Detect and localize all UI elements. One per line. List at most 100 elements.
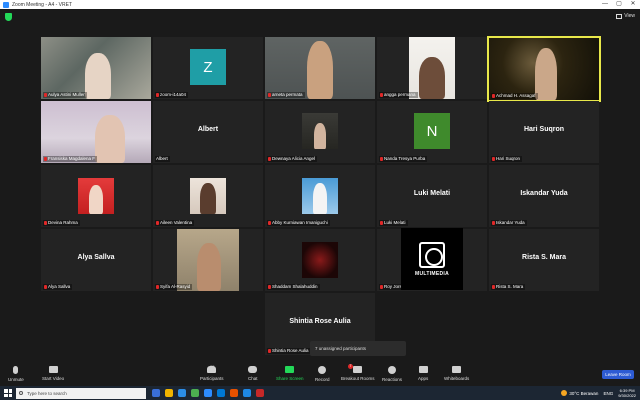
participant-tile[interactable]: Luki Melati Luki Melati bbox=[377, 165, 487, 227]
participant-name-tag: Luki Melati bbox=[379, 220, 408, 226]
participant-name-tag: Achmad H. Assagaf bbox=[491, 93, 538, 99]
mic-muted-icon bbox=[268, 93, 271, 97]
file-explorer-icon[interactable] bbox=[165, 389, 173, 397]
avatar: N bbox=[414, 113, 450, 149]
participant-tile[interactable]: Z zoom-i14a04 bbox=[153, 37, 263, 99]
participant-name-tag: Shaddam Shalahuddin bbox=[267, 284, 320, 290]
minimize-button[interactable]: — bbox=[598, 0, 612, 9]
apps-button[interactable]: Apps bbox=[418, 366, 428, 381]
language-indicator[interactable]: ENG bbox=[603, 391, 613, 396]
apps-icon bbox=[418, 366, 428, 373]
participant-figure bbox=[314, 123, 326, 149]
participant-name-tag: Shintia Rose Aulia bbox=[267, 348, 311, 354]
mic-muted-icon bbox=[380, 93, 383, 97]
word-icon[interactable] bbox=[243, 389, 251, 397]
participant-video bbox=[302, 242, 338, 278]
search-icon bbox=[19, 391, 23, 395]
participant-name-tag: arneta permata bbox=[267, 92, 305, 98]
participant-display-name: Iskandar Yuda bbox=[520, 190, 568, 197]
mic-muted-icon bbox=[44, 93, 47, 97]
mic-muted-icon bbox=[380, 221, 383, 225]
participant-name-tag: angga permana bbox=[379, 92, 418, 98]
leave-room-button[interactable]: Leave Room bbox=[602, 370, 634, 379]
participant-figure bbox=[307, 41, 333, 99]
mic-muted-icon bbox=[156, 93, 159, 97]
meeting-top-bar: View bbox=[0, 9, 640, 25]
participant-tile-active-speaker[interactable]: Achmad H. Assagaf bbox=[487, 36, 601, 102]
participant-tile[interactable]: Devina Rahma bbox=[41, 165, 151, 227]
participant-tile[interactable]: Alya Sallva Alya Sallva bbox=[41, 229, 151, 291]
participant-name-tag: Abby Kurniawan Imaniguchi bbox=[267, 220, 330, 226]
close-button[interactable]: ✕ bbox=[626, 0, 640, 9]
breakout-rooms-button[interactable]: 7 Breakout Rooms bbox=[341, 364, 375, 381]
windows-taskbar: Type here to search 30°C Berawan ENG 6:3… bbox=[0, 386, 640, 400]
mic-muted-icon bbox=[156, 285, 159, 289]
weather-sun-icon bbox=[561, 390, 568, 396]
grid-view-icon bbox=[616, 13, 623, 19]
whiteboard-icon bbox=[452, 366, 462, 373]
participant-tile[interactable]: arneta permata bbox=[265, 37, 375, 99]
shield-icon[interactable] bbox=[5, 13, 12, 21]
reactions-button[interactable]: Reactions bbox=[382, 366, 402, 382]
unmute-button[interactable]: Unmute bbox=[8, 366, 24, 382]
participant-tile[interactable]: angga permana bbox=[377, 37, 487, 99]
participant-figure bbox=[419, 57, 445, 99]
mail-icon[interactable] bbox=[217, 389, 225, 397]
mic-muted-icon bbox=[268, 285, 271, 289]
taskbar-search-input[interactable]: Type here to search bbox=[16, 387, 146, 399]
window-title: Zoom Meeting - A4 - VRET bbox=[12, 1, 73, 8]
task-view-icon[interactable] bbox=[152, 389, 160, 397]
taskbar-clock[interactable]: 6:39 PM 9/30/2022 bbox=[618, 388, 636, 398]
maximize-button[interactable]: ▢ bbox=[612, 0, 626, 9]
participant-tile[interactable]: Abby Kurniawan Imaniguchi bbox=[265, 165, 375, 227]
chat-icon bbox=[248, 366, 258, 373]
participants-button[interactable]: 25 Participants bbox=[200, 364, 224, 381]
participant-tile[interactable]: Albert Albert bbox=[153, 101, 263, 163]
participant-figure bbox=[95, 115, 125, 163]
participant-tile[interactable]: Hari Suqron Hari Suqron bbox=[489, 101, 599, 163]
mic-muted-icon bbox=[268, 221, 271, 225]
edge-icon[interactable] bbox=[178, 389, 186, 397]
participant-display-name: Shintia Rose Aulia bbox=[289, 318, 351, 325]
view-button[interactable]: View bbox=[616, 13, 635, 19]
record-button[interactable]: Record bbox=[315, 366, 330, 382]
mic-muted-icon bbox=[380, 157, 383, 161]
share-screen-icon bbox=[285, 366, 295, 373]
weather-widget[interactable]: 30°C Berawan bbox=[561, 390, 598, 396]
mic-muted-icon bbox=[492, 94, 495, 98]
participant-name-tag: Aulya Astini Muller bbox=[43, 92, 87, 98]
chrome-icon[interactable] bbox=[191, 389, 199, 397]
zoom-taskbar-icon[interactable] bbox=[204, 389, 212, 397]
participant-name-tag: Nanda Tresya Purba bbox=[379, 156, 428, 162]
mic-muted-icon bbox=[44, 221, 47, 225]
windows-start-icon[interactable] bbox=[4, 389, 12, 397]
chat-button[interactable]: Chat bbox=[248, 366, 258, 381]
participant-name-tag: Hari Suqron bbox=[491, 156, 523, 162]
participant-name-tag: Alya Sallva bbox=[43, 284, 73, 290]
participant-tile[interactable]: Syifa Al-Rasyid bbox=[153, 229, 263, 291]
participant-tile[interactable]: Fransiska Magdalena F bbox=[41, 101, 151, 163]
participant-tile[interactable]: Shaddam Shalahuddin bbox=[265, 229, 375, 291]
participant-name-tag: Rista S. Mara bbox=[491, 284, 526, 290]
logo-mark-icon bbox=[419, 241, 445, 268]
unassigned-participants-toast[interactable]: 7 unassigned participants bbox=[310, 341, 406, 356]
mic-muted-icon bbox=[492, 157, 495, 161]
participant-tile[interactable]: N Nanda Tresya Purba bbox=[377, 101, 487, 163]
office-icon[interactable] bbox=[230, 389, 238, 397]
share-screen-button[interactable]: Share Screen bbox=[276, 366, 304, 381]
participant-display-name: Luki Melati bbox=[413, 190, 451, 197]
participant-tile[interactable]: Aulya Astini Muller bbox=[41, 37, 151, 99]
participant-name-tag: Iskandar Yuda bbox=[491, 220, 527, 226]
media-player-icon[interactable] bbox=[256, 389, 264, 397]
participant-name-tag: Aileen Valentina bbox=[155, 220, 195, 226]
participant-tile[interactable]: Rista S. Mara Rista S. Mara bbox=[489, 229, 599, 291]
participant-figure bbox=[313, 183, 327, 214]
mic-muted-icon bbox=[268, 157, 271, 161]
mic-muted-icon bbox=[492, 221, 495, 225]
participant-display-name: Albert bbox=[197, 126, 219, 133]
start-video-button[interactable]: Start Video bbox=[42, 366, 64, 381]
participant-tile[interactable]: Aileen Valentina bbox=[153, 165, 263, 227]
participant-tile[interactable]: Dewnaya Alicia Angel bbox=[265, 101, 375, 163]
whiteboards-button[interactable]: Whiteboards bbox=[444, 366, 469, 381]
participant-tile[interactable]: Iskandar Yuda Iskandar Yuda bbox=[489, 165, 599, 227]
